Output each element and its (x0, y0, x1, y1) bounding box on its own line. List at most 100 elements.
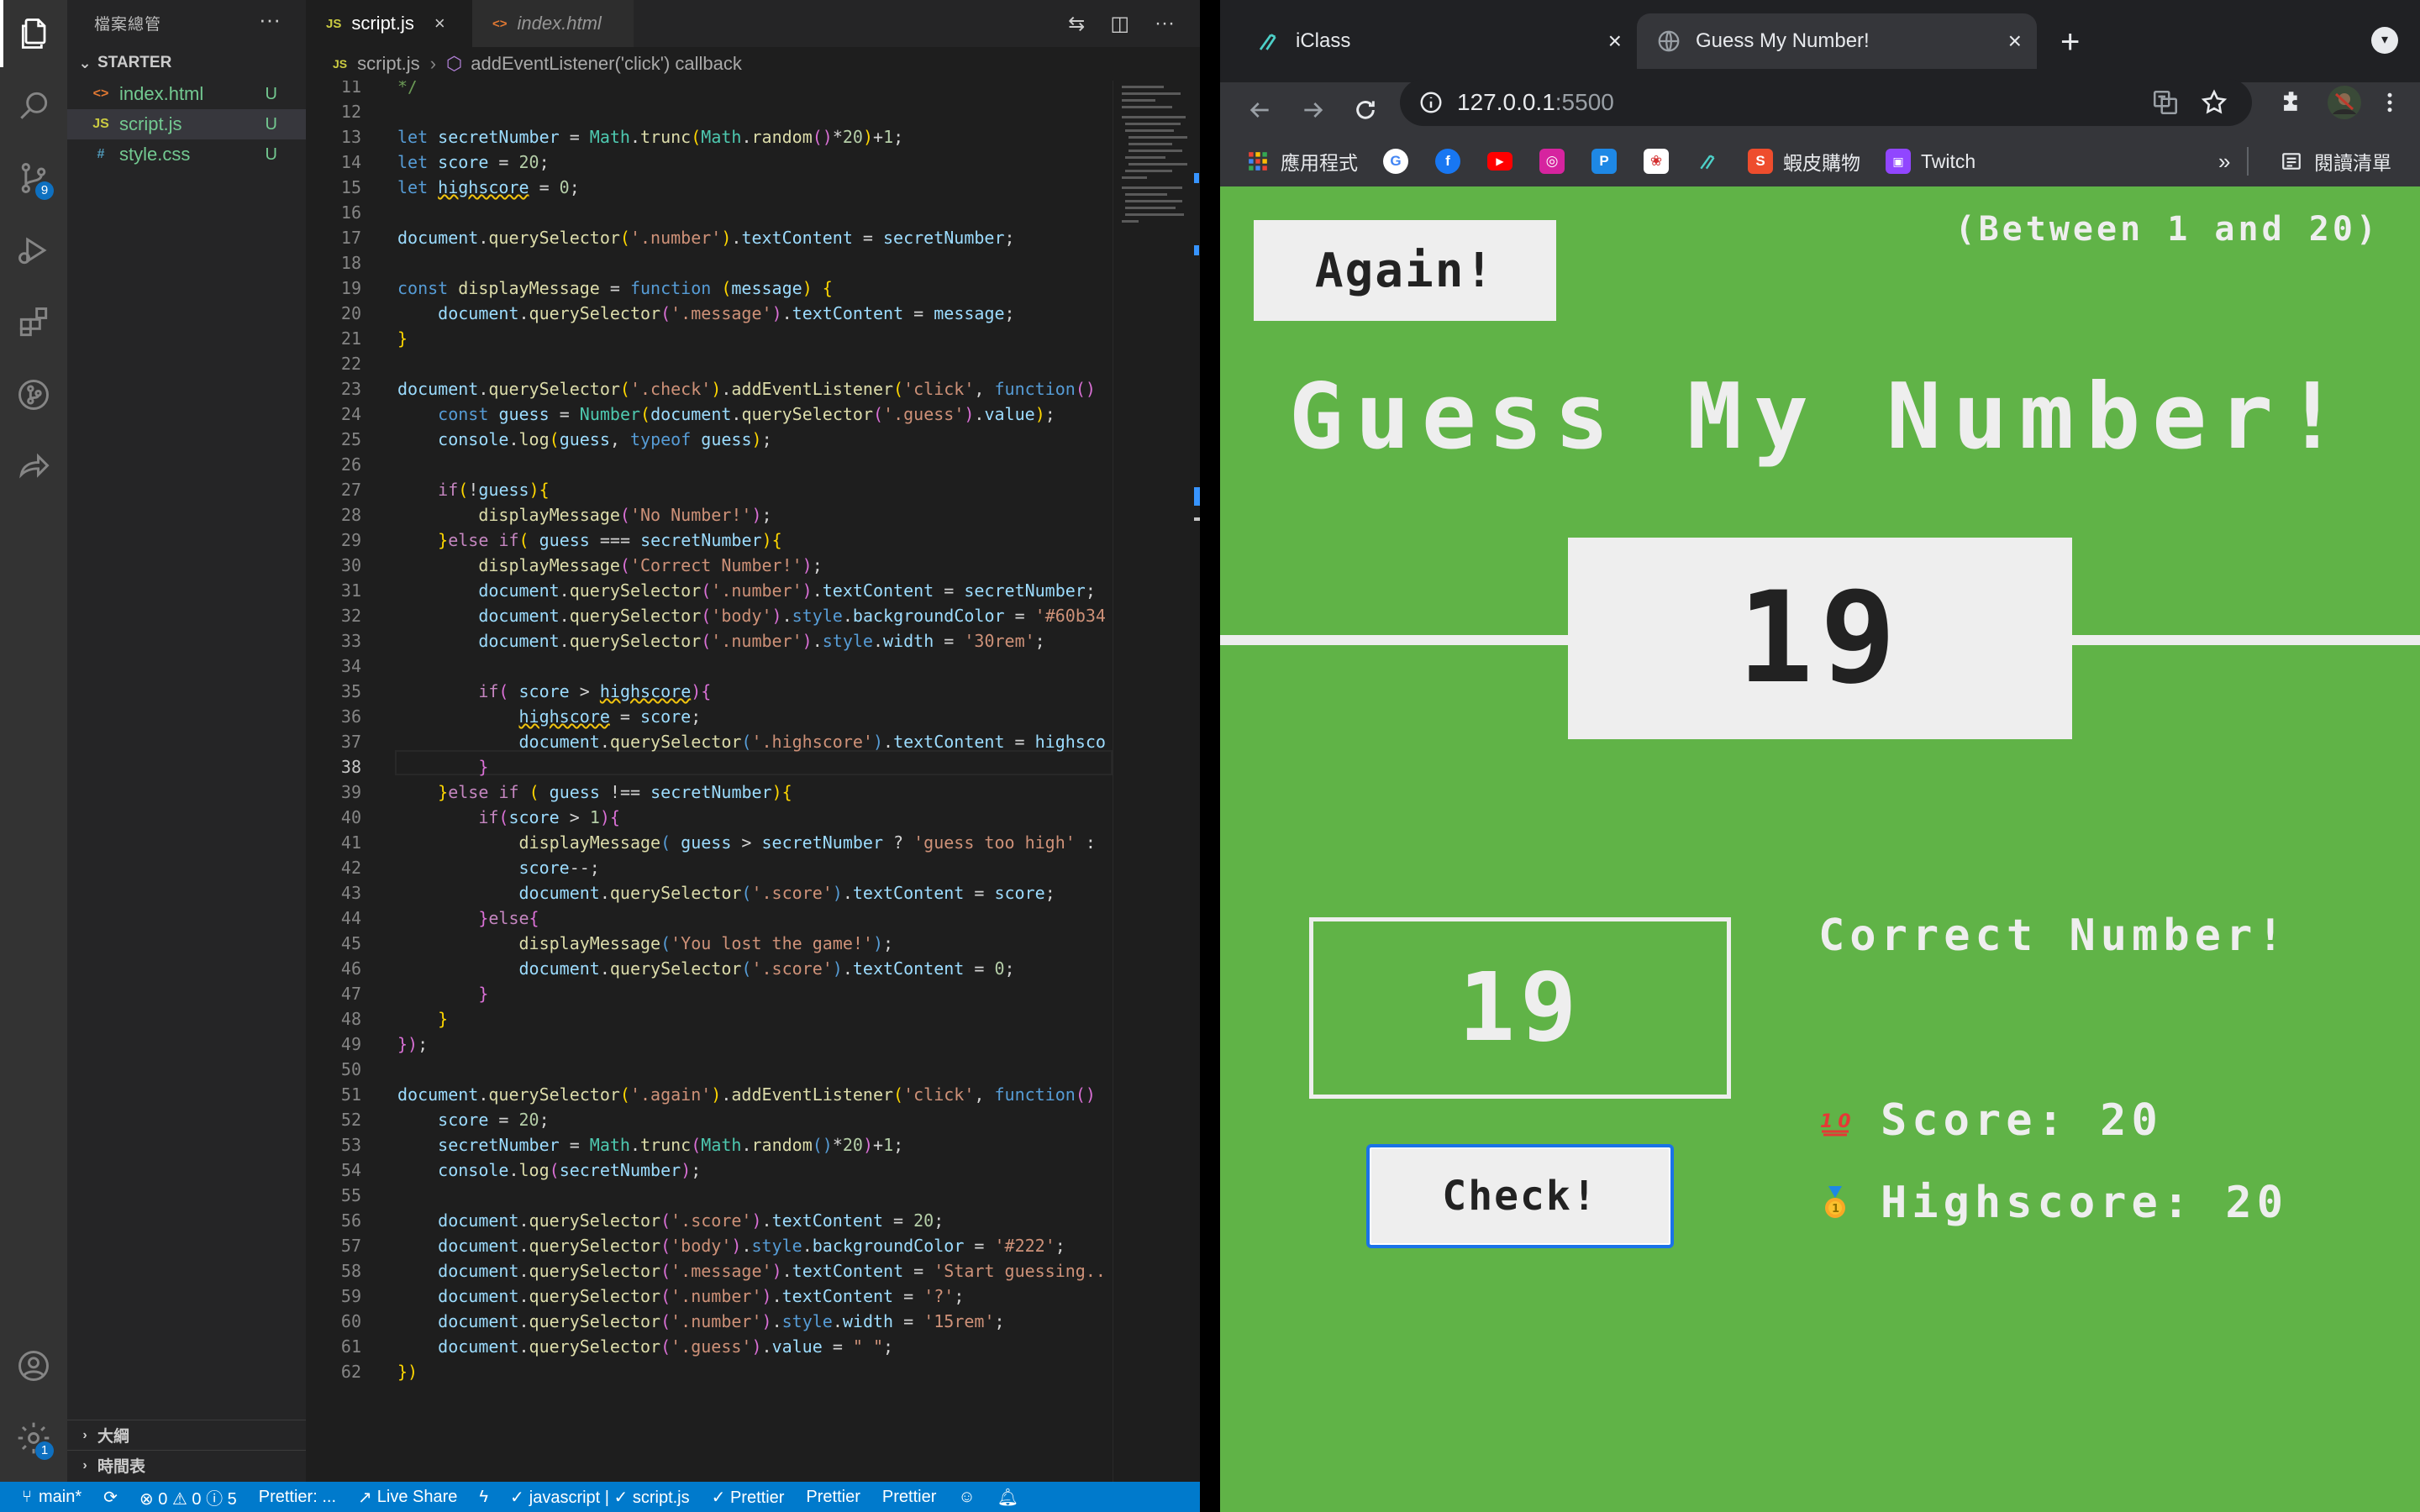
file-style-css[interactable]: # style.css U (67, 139, 306, 170)
live-share-button[interactable]: ↗ Live Share (358, 1487, 457, 1508)
language-status[interactable]: ✓ javascript | ✓ script.js (510, 1487, 690, 1508)
line-number: 22 (340, 354, 361, 374)
line-number: 27 (340, 480, 361, 500)
code-line: if(!guess){ (438, 480, 550, 500)
live-share-icon[interactable] (0, 433, 67, 501)
prettier-status-2[interactable]: Prettier (806, 1488, 860, 1507)
bookmark-youtube[interactable]: ▶ (1487, 152, 1523, 171)
tab-index-html[interactable]: <> index.html (472, 0, 634, 47)
browser-tab-iclass[interactable]: iClass × (1237, 13, 1637, 69)
bookmarks-divider (2247, 147, 2249, 176)
explorer-more-actions[interactable]: ··· (259, 7, 281, 33)
chrome-menu-icon[interactable] (2371, 84, 2408, 121)
bookmark-star-icon[interactable] (2200, 88, 2228, 117)
prettier-status-3[interactable]: Prettier (882, 1488, 936, 1507)
line-number: 12 (340, 102, 361, 122)
google-icon: G (1383, 149, 1408, 174)
lightning-icon[interactable]: ϟ (479, 1488, 488, 1507)
feedback-icon[interactable]: ☺ (958, 1488, 975, 1507)
reload-icon[interactable] (1344, 81, 1386, 139)
info-icon[interactable] (1418, 90, 1444, 115)
again-button[interactable]: Again! (1254, 220, 1556, 321)
code-line: document.querySelector('.message').textC… (438, 1261, 1106, 1281)
bookmark-iclass[interactable] (1696, 149, 1731, 174)
editor-actions: ⇆ ◫ ··· (1068, 0, 1200, 47)
file-status: U (265, 84, 277, 103)
branch-indicator[interactable]: ⑂ main* (22, 1488, 82, 1507)
code-line: document.querySelector('.number').textCo… (478, 580, 1096, 601)
address-bar[interactable]: 127.0.0.1:5500 (1400, 79, 2252, 126)
account-icon[interactable] (0, 1332, 67, 1399)
search-icon[interactable] (0, 72, 67, 139)
file-status: U (265, 114, 277, 134)
bookmark-rose[interactable]: ❀ (1644, 149, 1679, 174)
line-number: 26 (340, 454, 361, 475)
bookmark-p-app[interactable]: P (1591, 149, 1627, 174)
prettier-status[interactable]: Prettier: ... (259, 1488, 336, 1507)
close-tab-icon[interactable]: × (1608, 28, 1622, 55)
explorer-icon[interactable] (0, 0, 67, 67)
more-bookmarks-icon[interactable]: » (2218, 149, 2230, 175)
line-number: 13 (340, 127, 361, 147)
check-button[interactable]: Check! (1366, 1144, 1674, 1248)
source-control-icon[interactable]: 9 (0, 144, 67, 212)
line-number: 42 (340, 858, 361, 878)
close-tab-icon[interactable]: × (2008, 28, 2022, 55)
browser-tab-guess-my-number[interactable]: Guess My Number! × (1637, 13, 2037, 69)
tab-script-js[interactable]: JS script.js × (306, 0, 472, 47)
bookmark-google[interactable]: G (1383, 149, 1418, 174)
new-tab-icon[interactable]: + (2060, 24, 2080, 61)
bookmark-apps[interactable]: 應用程式 (1245, 147, 1358, 176)
p-app-icon: P (1591, 149, 1617, 174)
outline-section[interactable]: › 大綱 (67, 1420, 306, 1450)
code-line: document.querySelector('.number').style.… (478, 631, 1045, 651)
line-number: 61 (340, 1336, 361, 1357)
guess-input[interactable] (1309, 917, 1731, 1099)
line-number: 41 (340, 832, 361, 853)
problems-indicator[interactable]: ⊗ 0 ⚠ 0 ⓘ 5 (139, 1485, 237, 1509)
iclass-icon (1696, 149, 1721, 174)
bookmark-twitch[interactable]: ▣ Twitch (1886, 149, 1975, 174)
extensions-icon[interactable] (0, 289, 67, 356)
split-editor-icon[interactable]: ◫ (1110, 12, 1129, 36)
settings-gear-icon[interactable]: 1 (0, 1404, 67, 1472)
file-script-js[interactable]: JS script.js U (67, 109, 306, 139)
profile-avatar[interactable] (2326, 84, 2363, 121)
code-line: let score = 20; (397, 152, 550, 172)
line-number: 18 (340, 253, 361, 273)
breadcrumb-symbol[interactable]: addEventListener('click') callback (471, 53, 742, 75)
reading-list-button[interactable]: 閱讀清單 (2279, 147, 2391, 176)
code-line: document.querySelector('.number').textCo… (397, 228, 1015, 248)
code-line: score = 20; (438, 1110, 550, 1130)
file-index-html[interactable]: <> index.html U (67, 79, 306, 109)
tab-label: script.js (351, 13, 414, 34)
more-actions-icon[interactable]: ··· (1155, 12, 1175, 35)
line-number: 23 (340, 379, 361, 399)
folder-starter[interactable]: ⌄ STARTER (67, 47, 306, 79)
outline-label: 大綱 (97, 1428, 130, 1446)
prettier-status-1[interactable]: ✓ Prettier (712, 1487, 785, 1508)
git-graph-icon[interactable] (0, 361, 67, 428)
bookmark-shopee[interactable]: S 蝦皮購物 (1748, 147, 1860, 176)
tab-search-icon[interactable]: ▾ (2371, 27, 2398, 54)
highscore-row: 1 Highscore: 20 (1818, 1178, 2288, 1228)
run-debug-icon[interactable] (0, 217, 67, 284)
code-line: document.querySelector('.again').addEven… (397, 1084, 1096, 1105)
back-icon[interactable] (1239, 81, 1281, 139)
line-number: 49 (340, 1034, 361, 1054)
bell-icon[interactable]: 🔔︎ (997, 1487, 1018, 1508)
minimap[interactable] (1113, 81, 1200, 1482)
extensions-puzzle-icon[interactable] (2274, 84, 2311, 121)
breadcrumb-file[interactable]: script.js (357, 53, 420, 75)
globe-icon (1655, 28, 1682, 55)
bookmark-facebook[interactable]: f (1435, 149, 1470, 174)
sync-icon[interactable]: ⟳ (103, 1487, 118, 1508)
timeline-section[interactable]: › 時間表 (67, 1450, 306, 1480)
code-editor[interactable]: 11 12 13 14 15 16 17 18 19 20 21 22 23 24 25 26 27 28 29 30… (306, 81, 1113, 1482)
code-line: document.querySelector('.score').textCon… (438, 1210, 944, 1231)
compare-changes-icon[interactable]: ⇆ (1068, 12, 1085, 36)
bookmark-instagram[interactable]: ◎ (1539, 149, 1575, 174)
close-icon[interactable]: × (434, 13, 445, 34)
forward-icon[interactable] (1292, 81, 1334, 139)
translate-icon[interactable] (2151, 88, 2180, 117)
